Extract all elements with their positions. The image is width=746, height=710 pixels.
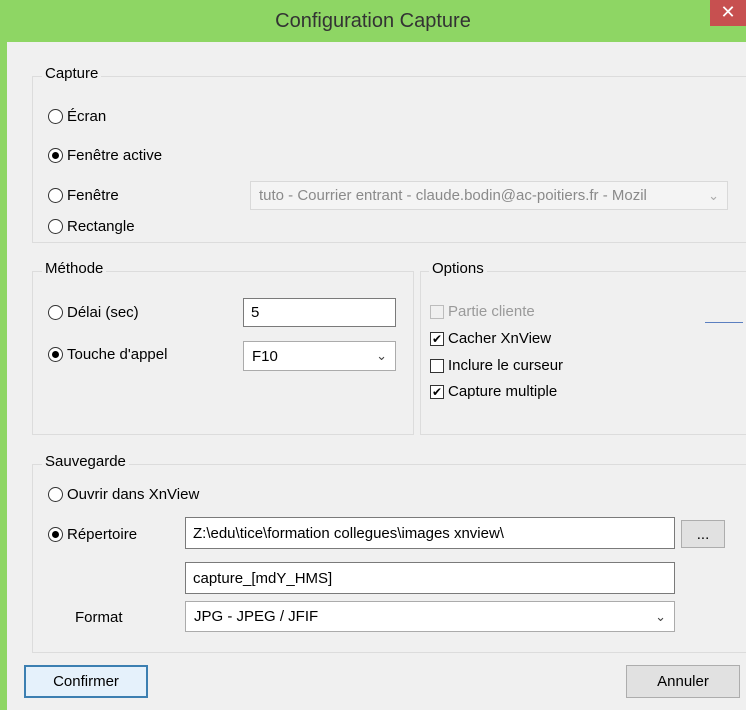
radio-touche-appel-circle[interactable] [48,347,63,362]
radio-ouvrir-xnview-label: Ouvrir dans XnView [67,486,200,503]
chevron-down-icon: ⌄ [376,348,387,363]
radio-ecran-circle[interactable] [48,109,63,124]
checkbox-cacher-xnview[interactable]: ✔ Cacher XnView [430,330,551,347]
checkbox-capture-multiple-label: Capture multiple [448,383,558,400]
radio-touche-appel[interactable]: Touche d'appel [48,346,167,363]
format-label: Format [75,609,123,626]
focus-line [705,322,743,323]
radio-repertoire-circle[interactable] [48,527,63,542]
checkbox-partie-cliente-label: Partie cliente [448,303,535,320]
radio-ouvrir-xnview-circle[interactable] [48,487,63,502]
delay-input[interactable]: 5 [243,298,396,327]
filename-input[interactable]: capture_[mdY_HMS] [185,562,675,594]
radio-fenetre-circle[interactable] [48,188,63,203]
window-title: Configuration Capture [275,10,471,32]
directory-input-value: Z:\edu\tice\formation collegues\images x… [193,524,504,542]
check-icon: ✔ [431,384,443,399]
radio-repertoire-label: Répertoire [67,526,138,543]
title-bar[interactable]: Configuration Capture ✕ [0,0,746,42]
close-button[interactable]: ✕ [710,0,746,26]
radio-delai-label: Délai (sec) [67,304,139,321]
checkbox-inclure-curseur-label: Inclure le curseur [448,357,564,374]
cancel-button-label: Annuler [657,673,709,690]
hotkey-select[interactable]: F10 ⌄ [243,341,396,371]
radio-fenetre-active-circle[interactable] [48,148,63,163]
radio-delai[interactable]: Délai (sec) [48,304,139,321]
checkbox-partie-cliente-box[interactable] [430,304,444,319]
radio-delai-circle[interactable] [48,305,63,320]
checkbox-inclure-curseur[interactable]: Inclure le curseur [430,357,563,374]
radio-rectangle-circle[interactable] [48,219,63,234]
radio-fenetre-active[interactable]: Fenêtre active [48,147,162,164]
sauvegarde-group-label: Sauvegarde [42,453,129,470]
checkbox-inclure-curseur-box[interactable] [430,358,444,373]
filename-input-value: capture_[mdY_HMS] [193,569,333,587]
cancel-button[interactable]: Annuler [626,665,740,698]
hotkey-select-value: F10 [252,347,278,365]
checkbox-cacher-xnview-box[interactable]: ✔ [430,331,444,346]
chevron-down-icon: ⌄ [708,187,719,203]
options-group-label: Options [429,260,487,277]
chevron-down-icon: ⌄ [655,608,666,624]
window-frame-left [0,42,7,710]
radio-touche-appel-label: Touche d'appel [67,346,168,363]
browse-button[interactable]: ... [681,520,725,548]
radio-ecran[interactable]: Écran [48,108,106,125]
radio-fenetre-active-label: Fenêtre active [67,147,163,164]
format-select-value: JPG - JPEG / JFIF [194,608,319,625]
radio-repertoire[interactable]: Répertoire [48,526,137,543]
format-select[interactable]: JPG - JPEG / JFIF ⌄ [185,601,675,632]
capture-group-label: Capture [42,65,102,82]
checkbox-partie-cliente[interactable]: Partie cliente [430,303,535,320]
configuration-capture-dialog: Configuration Capture ✕ Capture Écran Fe… [0,0,746,710]
dialog-body: Capture Écran Fenêtre active Fenêtre Rec… [7,42,746,710]
options-group [420,271,746,435]
radio-ecran-label: Écran [67,108,107,125]
window-select[interactable]: tuto - Courrier entrant - claude.bodin@a… [250,181,728,210]
close-icon: ✕ [720,2,736,22]
radio-rectangle-label: Rectangle [67,218,135,235]
checkbox-capture-multiple-box[interactable]: ✔ [430,384,444,399]
radio-rectangle[interactable]: Rectangle [48,218,135,235]
radio-fenetre-label: Fenêtre [67,187,119,204]
check-icon: ✔ [431,331,443,346]
delay-input-value: 5 [251,304,260,321]
checkbox-cacher-xnview-label: Cacher XnView [448,330,552,347]
browse-button-label: ... [696,525,710,543]
methode-group-label: Méthode [42,260,107,277]
window-select-value: tuto - Courrier entrant - claude.bodin@a… [259,187,647,204]
confirm-button-label: Confirmer [53,673,119,690]
directory-input[interactable]: Z:\edu\tice\formation collegues\images x… [185,517,675,549]
radio-fenetre[interactable]: Fenêtre [48,187,119,204]
checkbox-capture-multiple[interactable]: ✔ Capture multiple [430,383,557,400]
confirm-button[interactable]: Confirmer [24,665,148,698]
radio-ouvrir-xnview[interactable]: Ouvrir dans XnView [48,486,199,503]
